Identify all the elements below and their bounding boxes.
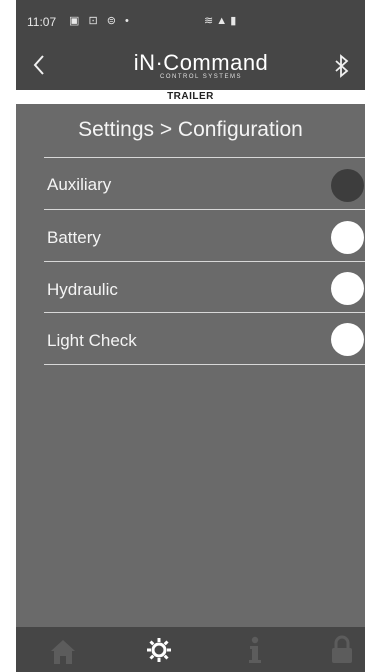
- trailer-label: TRAILER: [16, 90, 365, 104]
- bluetooth-button[interactable]: [334, 54, 354, 78]
- toggle-auxiliary[interactable]: [331, 169, 364, 202]
- setting-label: Light Check: [47, 331, 137, 350]
- status-bar: 11:07 ▣ ⊡ ⊜ • ≋ ▲ ▮: [16, 0, 365, 42]
- back-button[interactable]: [32, 48, 56, 80]
- divider: [44, 209, 365, 210]
- chevron-left-icon: [33, 55, 44, 75]
- home-icon: [51, 640, 75, 664]
- divider: [44, 157, 365, 158]
- divider: [44, 364, 365, 365]
- nav-lock-button[interactable]: [330, 627, 365, 672]
- bottom-navigation: [16, 627, 365, 672]
- lock-icon: [332, 635, 352, 663]
- nav-info-button[interactable]: [235, 627, 275, 672]
- toggle-hydraulic[interactable]: [331, 272, 364, 305]
- divider: [44, 312, 365, 313]
- app-header: iN·Command CONTROL SYSTEMS: [16, 42, 365, 90]
- notification-icons: ▣ ⊡ ⊜ •: [69, 15, 132, 27]
- setting-label: Auxiliary: [47, 175, 112, 194]
- setting-label: Hydraulic: [47, 280, 118, 299]
- nav-settings-button[interactable]: [139, 627, 179, 672]
- brand-logo: iN·Command: [133, 50, 269, 75]
- toggle-light-check[interactable]: [331, 323, 364, 356]
- gear-icon: [147, 638, 171, 662]
- bluetooth-icon: [335, 54, 349, 78]
- brand-subtitle: CONTROL SYSTEMS: [160, 74, 242, 80]
- signal-icons: ≋ ▲ ▮: [204, 15, 237, 27]
- info-icon: [249, 636, 261, 663]
- toggle-battery[interactable]: [331, 221, 364, 254]
- app-screen: 11:07 ▣ ⊡ ⊜ • ≋ ▲ ▮ iN·Command CONTROL S…: [16, 0, 365, 672]
- status-time: 11:07: [27, 15, 57, 29]
- page-title: Settings > Configuration: [78, 118, 303, 141]
- divider: [44, 261, 365, 262]
- nav-home-button[interactable]: [43, 627, 83, 672]
- setting-label: Battery: [47, 228, 101, 247]
